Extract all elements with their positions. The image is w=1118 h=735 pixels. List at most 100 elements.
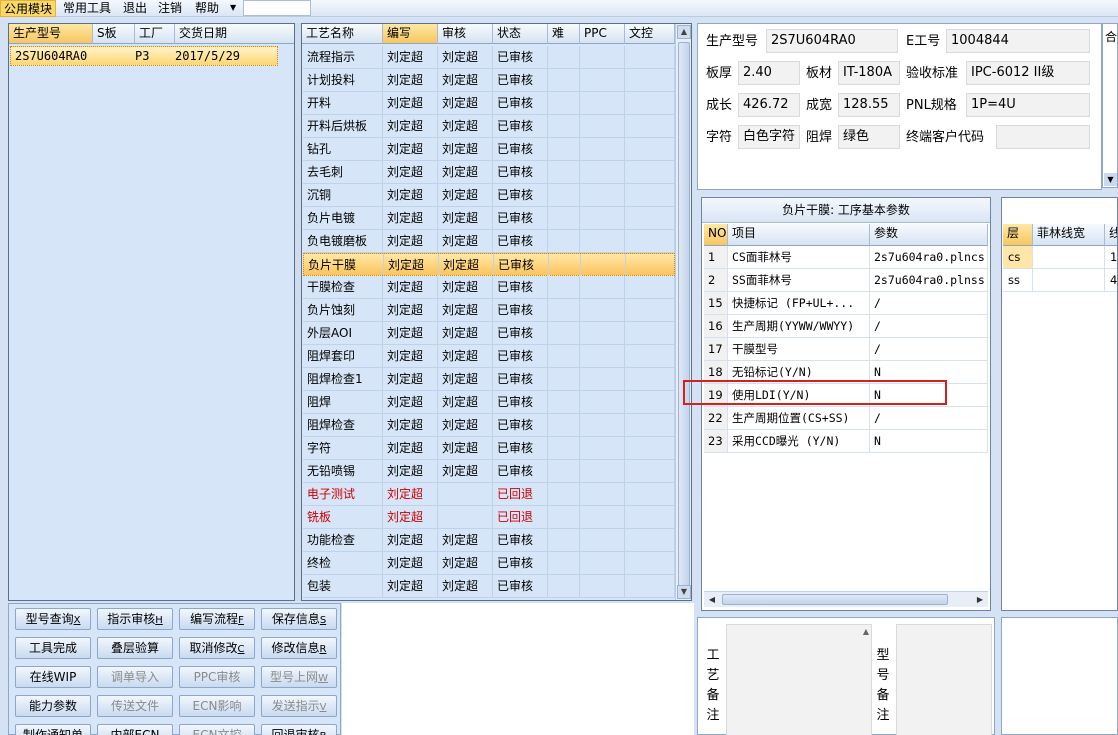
field-pnl[interactable]: 1P=4U xyxy=(966,93,1090,117)
param-hscrollbar[interactable]: ◀ ▶ xyxy=(704,591,988,607)
col-header-difficulty[interactable]: 难 xyxy=(548,24,580,44)
btn-8[interactable]: 在线WIP xyxy=(15,666,91,688)
scroll-down-icon[interactable]: ▼ xyxy=(1104,173,1117,186)
table-row[interactable]: 负电镀磨板 刘定超 刘定超 已审核 xyxy=(303,230,675,253)
table-row[interactable]: 功能检查 刘定超 刘定超 已审核 xyxy=(303,529,675,552)
col-header-param[interactable]: 参数 xyxy=(870,224,988,246)
table-row[interactable]: 2S7U604RA0 P3 2017/5/29 xyxy=(10,46,278,66)
scroll-down-icon[interactable]: ▼ xyxy=(677,585,691,599)
field-standard[interactable]: IPC-6012 II级 xyxy=(966,61,1090,85)
table-cell xyxy=(580,138,625,160)
menu-common-tools[interactable]: 常用工具 xyxy=(60,0,114,17)
process-remark-field[interactable]: ▲ xyxy=(726,624,872,735)
col-header-item[interactable]: 项目 xyxy=(728,224,870,246)
table-row[interactable]: 1 CS面菲林号 2s7u604ra0.plncs xyxy=(704,246,988,269)
btn-5[interactable]: 叠层验算 xyxy=(97,637,173,659)
col-header-reviewer[interactable]: 审核 xyxy=(438,24,493,44)
table-row[interactable]: 22 生产周期位置(CS+SS) / xyxy=(704,407,988,430)
field-material[interactable]: IT-180A xyxy=(838,61,900,85)
table-row[interactable]: cs 19 xyxy=(1003,246,1117,269)
field-length[interactable]: 426.72 xyxy=(738,93,800,117)
table-cell xyxy=(548,322,580,344)
table-row[interactable]: 包装 刘定超 刘定超 已审核 xyxy=(303,575,675,598)
table-row[interactable]: 无铅喷锡 刘定超 刘定超 已审核 xyxy=(303,460,675,483)
table-row[interactable]: 字符 刘定超 刘定超 已审核 xyxy=(303,437,675,460)
table-row[interactable]: 计划投料 刘定超 刘定超 已审核 xyxy=(303,69,675,92)
col-header-film-width[interactable]: 菲林线宽 xyxy=(1033,224,1105,246)
table-row[interactable]: 2 SS面菲林号 2s7u604ra0.plnss xyxy=(704,269,988,292)
col-header-ppc[interactable]: PPC xyxy=(580,24,625,44)
table-row[interactable]: 钻孔 刘定超 刘定超 已审核 xyxy=(303,138,675,161)
table-row[interactable]: 负片干膜 刘定超 刘定超 已审核 xyxy=(303,253,676,276)
field-width[interactable]: 128.55 xyxy=(838,93,900,117)
field-char[interactable]: 白色字符 xyxy=(738,125,800,149)
btn-4[interactable]: 工具完成 xyxy=(15,637,91,659)
scroll-thumb[interactable] xyxy=(722,594,948,605)
btn-7[interactable]: 修改信息R xyxy=(261,637,337,659)
table-row[interactable]: 负片蚀刻 刘定超 刘定超 已审核 xyxy=(303,299,675,322)
col-header-factory[interactable]: 工厂 xyxy=(135,24,175,44)
button-label: 叠层验算 xyxy=(110,641,159,655)
table-row[interactable]: 干膜检查 刘定超 刘定超 已审核 xyxy=(303,276,675,299)
col-header-model[interactable]: 生产型号 xyxy=(9,24,93,44)
col-header-doc-control[interactable]: 文控 xyxy=(625,24,675,44)
btn-17[interactable]: 内部ECN xyxy=(97,724,173,735)
table-row[interactable]: 15 快捷标记 (FP+UL+... / xyxy=(704,292,988,315)
scroll-right-icon[interactable]: ▶ xyxy=(974,594,986,606)
table-row[interactable]: 17 干膜型号 / xyxy=(704,338,988,361)
field-e-number[interactable]: 1004844 xyxy=(946,29,1090,53)
table-row[interactable]: 电子测试 刘定超 已回退 xyxy=(303,483,675,506)
table-row[interactable]: 终检 刘定超 刘定超 已审核 xyxy=(303,552,675,575)
table-cell: 刘定超 xyxy=(438,184,493,206)
table-row[interactable]: 外层AOI 刘定超 刘定超 已审核 xyxy=(303,322,675,345)
label-model: 生产型号 xyxy=(706,34,759,49)
btn-3[interactable]: 保存信息S xyxy=(261,608,337,630)
col-header-s-board[interactable]: S板 xyxy=(93,24,135,44)
table-row[interactable]: ss 43 xyxy=(1003,269,1117,292)
table-row[interactable]: 阻焊检查1 刘定超 刘定超 已审核 xyxy=(303,368,675,391)
btn-0[interactable]: 型号查询X xyxy=(15,608,91,630)
col-header-author[interactable]: 编写 xyxy=(383,24,438,44)
btn-19[interactable]: 回退审核B xyxy=(261,724,337,735)
table-row[interactable]: 16 生产周期(YYWW/WWYY) / xyxy=(704,315,988,338)
col-header-line[interactable]: 线 xyxy=(1105,224,1117,246)
btn-6[interactable]: 取消修改C xyxy=(179,637,255,659)
chevron-down-icon[interactable]: ▼ xyxy=(227,0,239,17)
scroll-thumb[interactable] xyxy=(678,42,690,586)
table-row[interactable]: 开料后烘板 刘定超 刘定超 已审核 xyxy=(303,115,675,138)
col-header-layer[interactable]: 层 xyxy=(1003,224,1033,246)
btn-12[interactable]: 能力参数 xyxy=(15,695,91,717)
table-row[interactable]: 去毛刺 刘定超 刘定超 已审核 xyxy=(303,161,675,184)
btn-1[interactable]: 指示审核H xyxy=(97,608,173,630)
table-row[interactable]: 沉铜 刘定超 刘定超 已审核 xyxy=(303,184,675,207)
field-customer[interactable] xyxy=(996,125,1090,149)
btn-2[interactable]: 编写流程F xyxy=(179,608,255,630)
table-row[interactable]: 开料 刘定超 刘定超 已审核 xyxy=(303,92,675,115)
menu-public-module[interactable]: 公用模块 xyxy=(0,0,57,17)
table-row[interactable]: 流程指示 刘定超 刘定超 已审核 xyxy=(303,46,675,69)
table-cell xyxy=(580,69,625,91)
menu-exit[interactable]: 退出 xyxy=(120,0,150,17)
module-combo[interactable] xyxy=(243,0,311,16)
table-row[interactable]: 阻焊 刘定超 刘定超 已审核 xyxy=(303,391,675,414)
col-header-status[interactable]: 状态 xyxy=(493,24,548,44)
menu-logout[interactable]: 注销 xyxy=(155,0,185,17)
model-remark-field[interactable] xyxy=(896,624,992,735)
btn-16[interactable]: 制作通知单 xyxy=(15,724,91,735)
process-scrollbar[interactable]: ▲ ▼ xyxy=(675,24,691,600)
col-header-delivery-date[interactable]: 交货日期 xyxy=(175,24,294,44)
col-header-no[interactable]: NO xyxy=(704,224,728,246)
table-row[interactable]: 负片电镀 刘定超 刘定超 已审核 xyxy=(303,207,675,230)
field-model[interactable]: 2S7U604RA0 xyxy=(766,29,898,53)
table-row[interactable]: 23 采用CCD曝光 (Y/N) N xyxy=(704,430,988,453)
scroll-up-icon[interactable]: ▲ xyxy=(677,25,691,39)
menu-help[interactable]: 帮助 xyxy=(192,0,222,17)
table-row[interactable]: 阻焊检查 刘定超 刘定超 已审核 xyxy=(303,414,675,437)
col-header-process-name[interactable]: 工艺名称 xyxy=(302,24,383,44)
field-thickness[interactable]: 2.40 xyxy=(738,61,800,85)
scroll-left-icon[interactable]: ◀ xyxy=(706,594,718,606)
scroll-up-icon[interactable]: ▲ xyxy=(863,627,869,636)
field-mask[interactable]: 绿色 xyxy=(838,125,900,149)
table-row[interactable]: 阻焊套印 刘定超 刘定超 已审核 xyxy=(303,345,675,368)
table-row[interactable]: 铣板 刘定超 已回退 xyxy=(303,506,675,529)
